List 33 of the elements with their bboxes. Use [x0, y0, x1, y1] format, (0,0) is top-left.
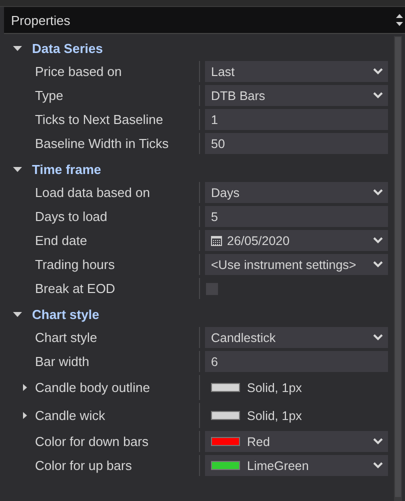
property-label: Chart style [35, 330, 98, 345]
property-label: Candle body outline [35, 380, 150, 395]
property-label: Color for up bars [35, 458, 132, 473]
color-dropdown[interactable]: Red [205, 431, 388, 452]
property-label: Load data based on [35, 185, 150, 200]
section-header[interactable]: Time frame [4, 157, 390, 182]
property-label: Days to load [35, 209, 108, 224]
input-field[interactable]: 5 [205, 206, 388, 227]
dropdown-field[interactable]: Last [205, 61, 388, 82]
dropdown-field[interactable]: Candlestick [205, 327, 388, 348]
input-field[interactable]: 50 [205, 133, 388, 154]
input-field[interactable]: 1 [205, 109, 388, 130]
property-label: Type [35, 88, 64, 103]
dropdown-field[interactable]: DTB Bars [205, 85, 388, 106]
property-label: Ticks to Next Baseline [35, 112, 164, 127]
property-label: Break at EOD [35, 281, 116, 296]
section-header[interactable]: Data Series [4, 36, 390, 61]
property-label: Candle wick [35, 408, 106, 423]
stroke-value: Solid, 1px [247, 380, 302, 394]
input-field[interactable]: 6 [205, 351, 388, 372]
section-header[interactable]: Chart style [4, 302, 390, 327]
property-label: Bar width [35, 354, 90, 369]
property-label: End date [35, 233, 88, 248]
stroke-value: Solid, 1px [247, 408, 302, 422]
dropdown-field[interactable]: Days [205, 182, 388, 203]
color-dropdown[interactable]: LimeGreen [205, 455, 388, 476]
property-label: Color for down bars [35, 434, 148, 449]
dropdown-field[interactable]: <Use instrument settings> [205, 254, 388, 275]
panel-title: Properties [11, 12, 70, 28]
property-label: Price based on [35, 64, 122, 79]
date-field[interactable]: 26/05/2020 [205, 230, 388, 251]
property-label: Trading hours [35, 257, 115, 272]
property-label: Baseline Width in Ticks [35, 136, 169, 151]
